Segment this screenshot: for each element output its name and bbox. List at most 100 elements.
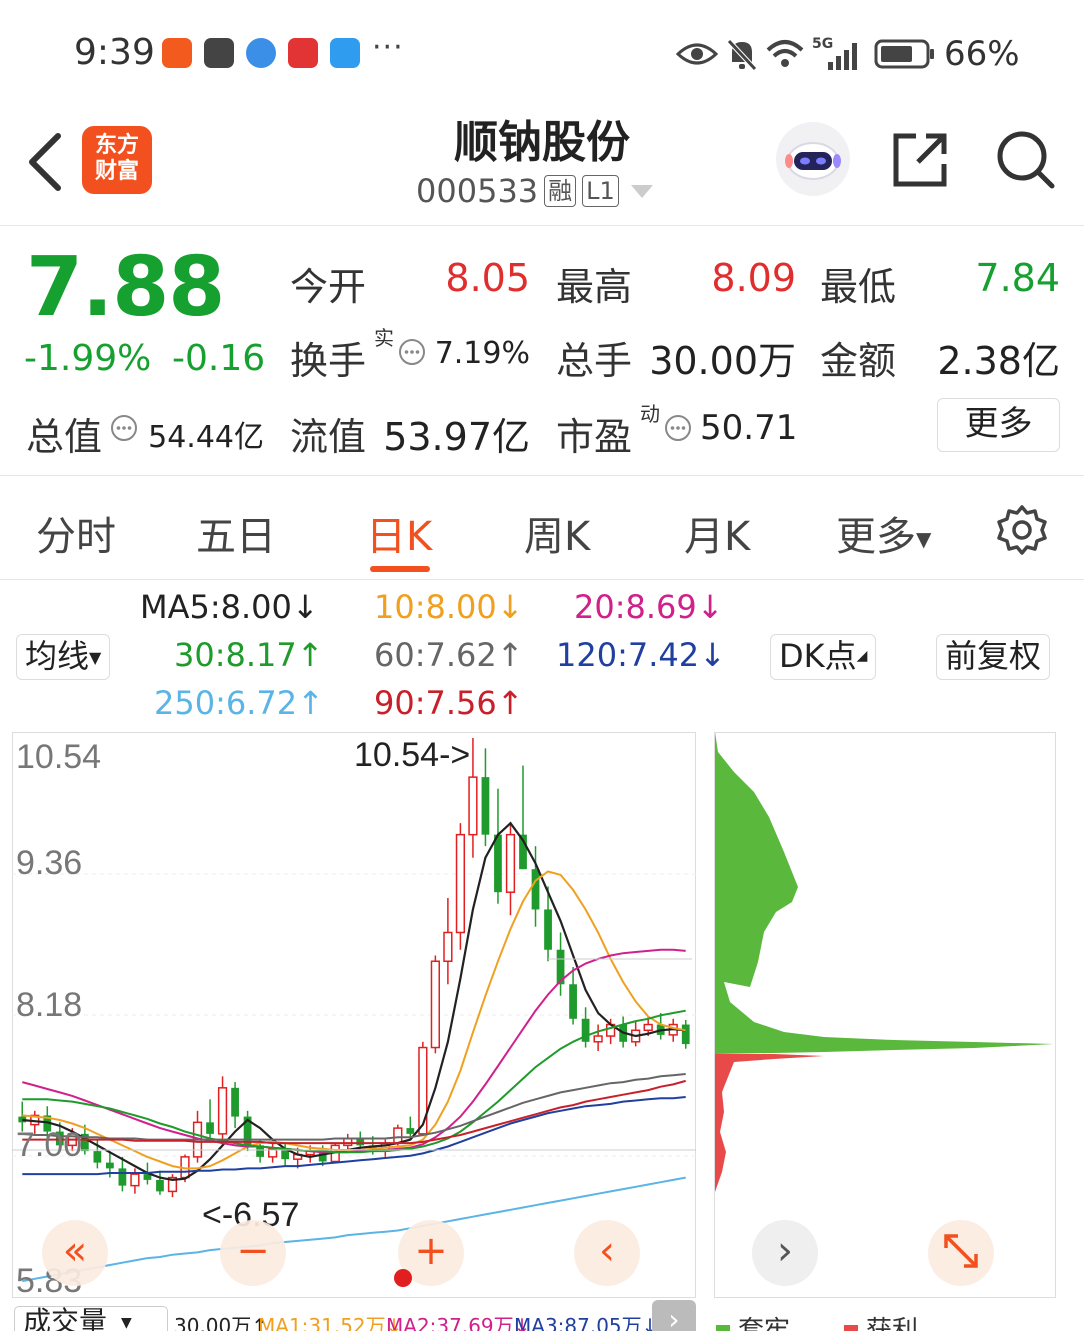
candle <box>505 833 516 893</box>
volume-ma3: MA3:87.05万↓ <box>514 1314 659 1331</box>
candle <box>130 1173 140 1187</box>
candle <box>443 931 453 962</box>
ma-selector[interactable]: 均线▼ <box>16 634 111 680</box>
candle <box>206 1122 214 1134</box>
level-tag: L1 <box>582 175 619 207</box>
chart-nav-next-button[interactable]: › <box>752 1220 818 1286</box>
stock-code: 000533 <box>416 172 539 210</box>
tab-daily-k[interactable]: 日K <box>366 504 432 562</box>
turnover-realtime-mark: 实 <box>374 326 394 350</box>
volume-label: 总手 <box>556 339 633 383</box>
app-notification-icon <box>162 38 192 68</box>
volume-indicator-row: 成交量 ▼ 30.00万↑ MA1:31.52万↓ MA2:37.69万↓ MA3… <box>0 1300 1084 1331</box>
tab-intraday[interactable]: 分时 <box>36 504 116 562</box>
y-tick-label: 9.36 <box>16 844 82 882</box>
mute-bell-icon <box>727 39 757 71</box>
fast-rewind-button[interactable]: « <box>42 1220 108 1286</box>
volume-ma2: MA2:37.69万↓ <box>386 1314 531 1331</box>
info-icon[interactable] <box>110 414 138 442</box>
low-label: 最低 <box>820 265 897 309</box>
expand-icon <box>944 1234 978 1268</box>
trapped-swatch <box>844 1324 858 1331</box>
stock-code-selector[interactable]: 000533 融 L1 <box>416 172 653 210</box>
info-icon[interactable] <box>664 414 692 442</box>
period-tabs: 分时 五日 日K 周K 月K 更多▼ <box>0 478 1084 580</box>
y-tick-label: 10.54 <box>16 738 101 776</box>
price-adjust-button[interactable]: 前复权 <box>936 634 1051 680</box>
ma250-value: 250:6.72↑ <box>154 684 324 722</box>
wifi-icon <box>766 40 804 67</box>
indicator-selector-label: 成交量 <box>23 1305 108 1331</box>
dk-point-button[interactable]: DK点◢ <box>770 634 877 680</box>
moving-average-legend: MA5:8.00↓ 10:8.00↓ 20:8.69↓ 均线▼ 30:8.17↑… <box>0 582 1084 724</box>
dk-point-label: DK点 <box>779 637 857 675</box>
change-percent: -1.99% <box>24 338 152 379</box>
tab-more[interactable]: 更多▼ <box>836 504 931 562</box>
pe-value: 50.71 <box>700 408 798 448</box>
margin-trading-tag: 融 <box>544 175 577 207</box>
expand-legend-button[interactable]: › <box>652 1300 696 1331</box>
float-cap-label: 流值 <box>290 415 367 459</box>
stock-app-notification-icon <box>288 38 318 68</box>
chip-distribution-chart[interactable] <box>714 732 1056 1298</box>
ma120-value: 120:7.42↓ <box>556 636 726 674</box>
candle <box>455 833 466 934</box>
zoom-out-button[interactable]: − <box>220 1220 286 1286</box>
max-price-marker: 10.54-> <box>354 736 470 774</box>
candle <box>418 1046 428 1135</box>
candle <box>544 909 552 950</box>
eye-comfort-icon <box>676 43 718 65</box>
candle <box>430 960 441 1049</box>
info-icon[interactable] <box>398 338 426 366</box>
profit-swatch <box>716 1324 730 1331</box>
candle <box>681 1024 690 1045</box>
candle <box>569 984 577 1019</box>
open-label: 今开 <box>290 265 367 309</box>
stock-header: 东方 财富 顺钠股份 000533 融 L1 <box>0 100 1084 226</box>
tab-five-day[interactable]: 五日 <box>196 504 276 562</box>
y-tick-label: 8.18 <box>16 986 82 1024</box>
volume-ma1: MA1:31.52万↓ <box>258 1314 403 1331</box>
candle <box>393 1127 403 1144</box>
tab-monthly-k[interactable]: 月K <box>684 504 750 562</box>
gear-icon[interactable] <box>996 504 1048 556</box>
kline-chart[interactable]: 10.54 9.36 8.18 7.00 5.83 10.54-> <-6.57 <box>12 732 696 1298</box>
candle <box>593 1035 603 1043</box>
candle <box>406 1128 415 1134</box>
tab-more-label: 更多 <box>836 514 916 560</box>
more-notifications-icon: ··· <box>372 30 404 65</box>
candle <box>643 1023 653 1032</box>
ma20-value: 20:8.69↓ <box>574 588 724 626</box>
candle <box>231 1087 239 1117</box>
quote-panel: 7.88 -1.99% -0.16 今开 8.05 最高 8.09 最低 7.8… <box>0 226 1084 476</box>
candle <box>93 1151 102 1163</box>
candle <box>156 1179 164 1192</box>
turnover-label: 换手 <box>290 339 367 383</box>
tab-weekly-k[interactable]: 周K <box>524 504 590 562</box>
ma60-value: 60:7.62↑ <box>374 636 524 674</box>
ma10-value: 10:8.00↓ <box>374 588 524 626</box>
battery-icon <box>874 39 934 69</box>
candle <box>118 1168 127 1186</box>
low-value: 7.84 <box>975 256 1060 300</box>
battery-percentage: 66% <box>944 34 1020 74</box>
candle <box>106 1162 114 1169</box>
ai-assistant-icon[interactable] <box>776 122 850 196</box>
open-value: 8.05 <box>445 256 530 300</box>
active-tab-indicator <box>370 566 430 572</box>
chip-legend-trapped-label: 获利 <box>866 1316 919 1331</box>
caret-down-icon: ▼ <box>89 648 102 667</box>
candle <box>494 834 502 893</box>
fullscreen-button[interactable] <box>928 1220 994 1286</box>
change-amount: -0.16 <box>172 338 266 379</box>
more-quote-button[interactable]: 更多 <box>937 398 1060 452</box>
search-icon[interactable] <box>994 128 1056 190</box>
chip-legend-trapped: 获利 <box>844 1310 918 1331</box>
indicator-selector[interactable]: 成交量 ▼ <box>14 1306 168 1331</box>
turnover-value: 7.19% <box>434 336 530 371</box>
ma-selector-label: 均线 <box>25 637 90 675</box>
chart-nav-prev-button[interactable]: ‹ <box>574 1220 640 1286</box>
high-label: 最高 <box>556 265 633 309</box>
share-icon[interactable] <box>890 128 952 190</box>
volume-value: 30.00万 <box>649 339 796 383</box>
